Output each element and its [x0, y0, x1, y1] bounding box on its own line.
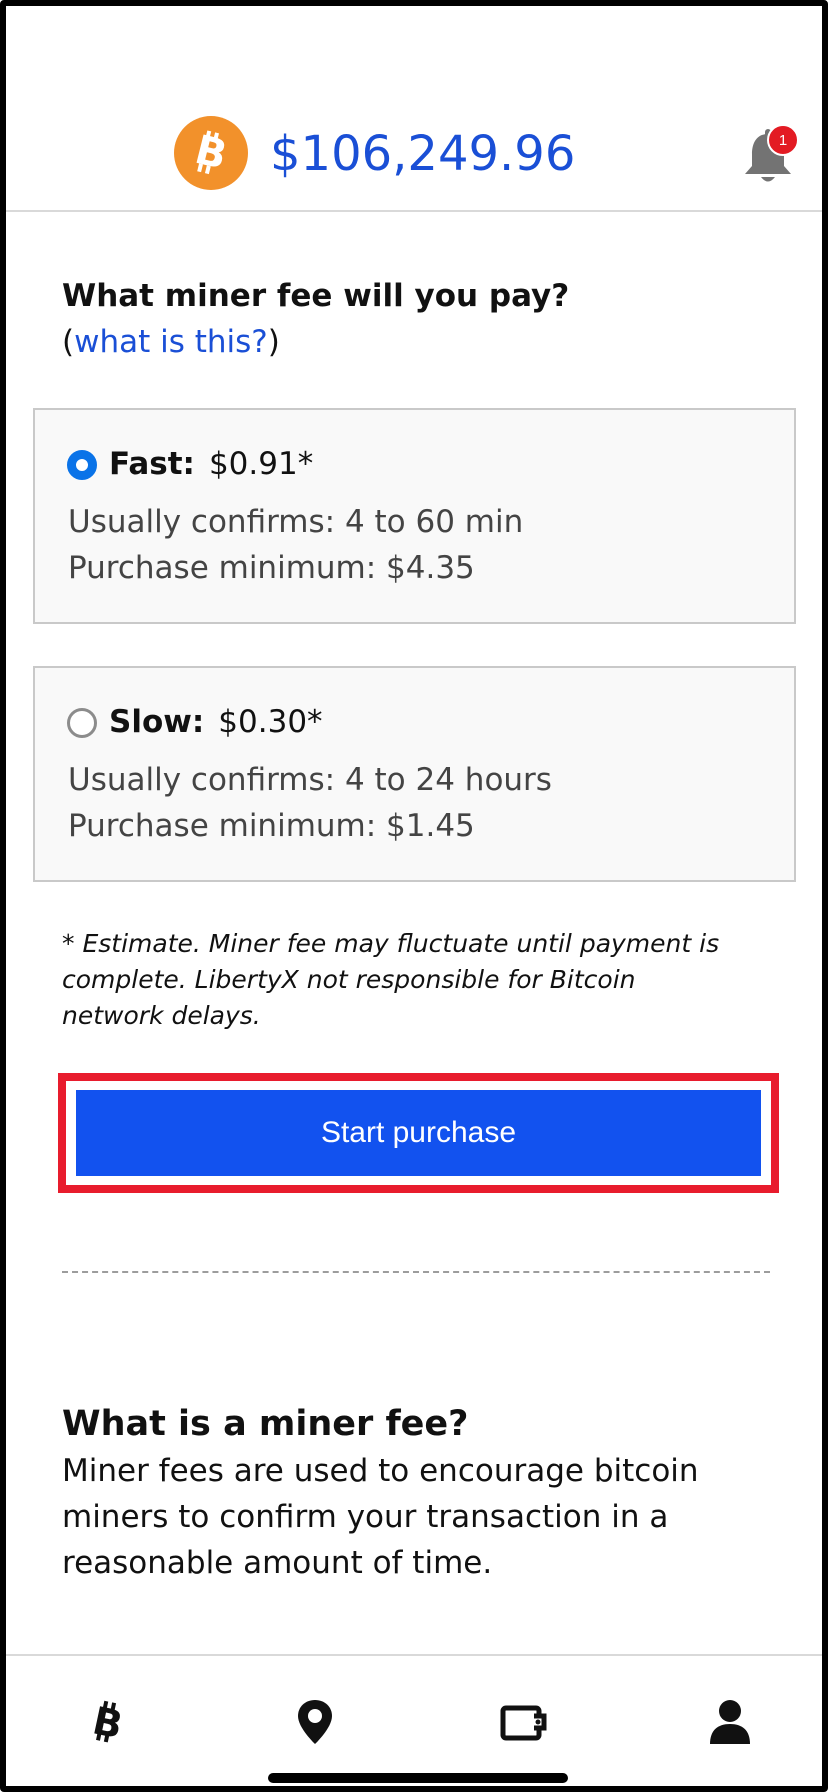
- fast-purchase-minimum: Purchase minimum: $4.35: [68, 550, 475, 586]
- fast-option-fee: $0.91*: [208, 446, 314, 482]
- slow-option-fee: $0.30*: [218, 704, 323, 740]
- slow-option-header: Slow: $0.30*: [109, 704, 323, 740]
- fast-option-header: Fast: $0.91*: [109, 446, 313, 482]
- app-header: B $106,249.96 1: [6, 6, 822, 212]
- bitcoin-icon: B: [89, 1698, 126, 1746]
- bitcoin-logo-icon: B: [174, 116, 248, 190]
- svg-text:B: B: [191, 128, 232, 178]
- tab-wallet[interactable]: [494, 1692, 554, 1752]
- slow-purchase-minimum: Purchase minimum: $1.45: [68, 808, 475, 844]
- dashed-divider: [62, 1271, 770, 1273]
- fast-radio[interactable]: [67, 450, 97, 480]
- what-is-this-link[interactable]: what is this?: [74, 324, 268, 360]
- fast-confirm-time: Usually confirms: 4 to 60 min: [68, 504, 524, 540]
- fast-option-name: Fast:: [109, 446, 195, 482]
- start-purchase-button[interactable]: Start purchase: [76, 1090, 761, 1176]
- app-frame: B $106,249.96 1 What miner fee will you …: [0, 0, 828, 1792]
- tab-profile[interactable]: [700, 1692, 760, 1752]
- fee-option-fast[interactable]: Fast: $0.91* Usually confirms: 4 to 60 mi…: [33, 408, 796, 624]
- close-paren: ): [267, 324, 280, 360]
- slow-radio[interactable]: [67, 708, 97, 738]
- fee-option-slow[interactable]: Slow: $0.30* Usually confirms: 4 to 24 ho…: [33, 666, 796, 882]
- slow-confirm-time: Usually confirms: 4 to 24 hours: [68, 762, 552, 798]
- tab-locations[interactable]: [285, 1692, 345, 1752]
- bitcoin-symbol: B: [191, 128, 232, 178]
- wallet-icon: [500, 1705, 547, 1741]
- home-indicator: [268, 1773, 568, 1783]
- location-pin-icon: [298, 1700, 332, 1744]
- fee-disclaimer: * Estimate. Miner fee may fluctuate unti…: [62, 929, 720, 1030]
- profile-icon: [710, 1700, 750, 1744]
- start-purchase-highlight: Start purchase: [58, 1073, 779, 1193]
- fee-question-subtitle: (what is this?): [62, 324, 280, 360]
- notification-badge: 1: [767, 124, 799, 156]
- slow-option-name: Slow:: [109, 704, 205, 740]
- fee-question-title: What miner fee will you pay?: [62, 278, 570, 314]
- info-body: Miner fees are used to encourage bitcoin…: [62, 1453, 699, 1581]
- tab-bitcoin[interactable]: B: [78, 1692, 138, 1752]
- bottom-tab-bar: B: [6, 1654, 822, 1786]
- open-paren: (: [62, 324, 75, 360]
- info-title: What is a miner fee?: [62, 1404, 469, 1444]
- bitcoin-price: $106,249.96: [270, 126, 576, 182]
